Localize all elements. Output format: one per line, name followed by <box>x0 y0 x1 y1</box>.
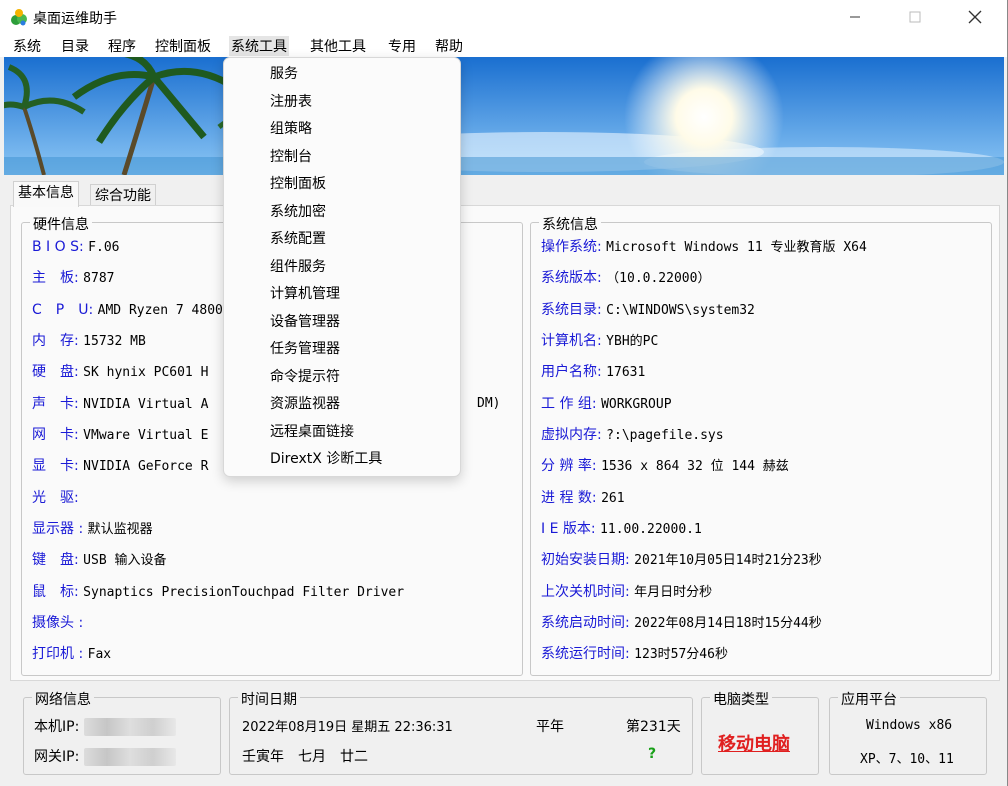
hardware-row: 网 卡: VMware Virtual E <box>32 427 209 443</box>
gateway-ip-redacted <box>83 748 176 766</box>
dd-item-group-policy[interactable]: 组策略 <box>270 117 312 141</box>
platform-line-1: Windows x86 <box>866 718 953 733</box>
dd-item-component-services[interactable]: 组件服务 <box>270 255 326 279</box>
minimize-icon <box>850 16 860 17</box>
hardware-row: C P U: AMD Ryzen 7 4800 <box>32 302 223 318</box>
gateway-ip-row: 网关IP: <box>34 746 176 766</box>
network-info-group: 网络信息 本机IP: 网关IP: <box>23 689 221 775</box>
system-row: 工 作 组: WORKGROUP <box>541 396 672 412</box>
title-bar: 桌面运维助手 <box>0 0 1008 33</box>
lunar-date: 壬寅年 七月 廿二 <box>242 749 368 765</box>
system-row: 系统启动时间: 2022年08月14日18时15分44秒 <box>541 615 822 631</box>
dd-item-resource-monitor[interactable]: 资源监视器 <box>270 392 340 416</box>
hardware-row: B I O S: F.06 <box>32 239 120 255</box>
system-row: I E 版本: 11.00.22000.1 <box>541 521 702 537</box>
hardware-row: 鼠 标: Synaptics PrecisionTouchpad Filter … <box>32 584 405 600</box>
system-row: 进 程 数: 261 <box>541 490 625 506</box>
hardware-row: 内 存: 15732 MB <box>32 333 146 349</box>
tab-strip: 基本信息 综合功能 <box>4 175 1004 207</box>
dd-item-directx-diag[interactable]: DirextX 诊断工具 <box>270 447 382 471</box>
menu-other-tools[interactable]: 其他工具 <box>308 36 368 56</box>
platform-group: 应用平台 Windows x86 XP、7、10、11 <box>829 689 987 775</box>
menu-program[interactable]: 程序 <box>106 36 138 56</box>
sound-card-tail: DM) <box>477 396 501 411</box>
computer-type-group: 电脑类型 移动电脑 <box>701 689 819 775</box>
platform-title: 应用平台 <box>838 689 900 709</box>
system-info-group: 系统信息 操作系统: Microsoft Windows 11 专业教育版 X6… <box>530 214 992 676</box>
mobile-computer-link[interactable]: 移动电脑 <box>718 730 790 756</box>
local-ip-label: 本机IP: <box>34 719 80 735</box>
system-row: 用户名称: 17631 <box>541 364 646 380</box>
banner-image <box>4 57 1004 175</box>
system-row: 系统目录: C:\WINDOWS\system32 <box>541 302 755 318</box>
system-row: 操作系统: Microsoft Windows 11 专业教育版 X64 <box>541 239 867 255</box>
system-row: 虚拟内存: ?:\pagefile.sys <box>541 427 724 443</box>
datetime-title: 时间日期 <box>238 689 300 709</box>
menu-control-panel[interactable]: 控制面板 <box>153 36 213 56</box>
system-info-title: 系统信息 <box>539 214 601 234</box>
minimize-button[interactable] <box>832 0 878 33</box>
menu-directory[interactable]: 目录 <box>59 36 91 56</box>
local-ip-redacted <box>83 718 176 736</box>
system-row: 分 辨 率: 1536 x 864 32 位 144 赫兹 <box>541 458 789 474</box>
dd-item-command-prompt[interactable]: 命令提示符 <box>270 365 340 389</box>
tab-basic-info[interactable]: 基本信息 <box>13 181 79 207</box>
dd-item-services[interactable]: 服务 <box>270 62 298 86</box>
maximize-button[interactable] <box>892 0 938 33</box>
platform-line-2: XP、7、10、11 <box>860 752 954 767</box>
dd-item-device-manager[interactable]: 设备管理器 <box>270 310 340 334</box>
dd-item-task-manager[interactable]: 任务管理器 <box>270 337 340 361</box>
tab-general-functions[interactable]: 综合功能 <box>90 184 156 207</box>
dd-item-computer-management[interactable]: 计算机管理 <box>270 282 340 306</box>
menu-help[interactable]: 帮助 <box>433 36 465 56</box>
menu-system-tools[interactable]: 系统工具 <box>229 36 289 56</box>
hardware-row: 光 驱: <box>32 490 79 506</box>
zodiac-indicator: ? <box>648 746 657 762</box>
hardware-row: 打印机 : Fax <box>32 646 112 662</box>
network-info-title: 网络信息 <box>32 689 94 709</box>
system-tools-dropdown: 服务 注册表 组策略 控制台 控制面板 系统加密 系统配置 组件服务 计算机管理… <box>223 57 461 477</box>
dd-item-registry[interactable]: 注册表 <box>270 90 312 114</box>
menu-system[interactable]: 系统 <box>11 36 43 56</box>
year-type: 平年 <box>536 719 564 735</box>
dd-item-system-encryption[interactable]: 系统加密 <box>270 200 326 224</box>
hardware-info-title: 硬件信息 <box>30 214 92 234</box>
day-of-year: 第231天 <box>626 719 681 735</box>
current-datetime: 2022年08月19日 星期五 22:36:31 <box>242 720 453 735</box>
app-logo-icon <box>11 9 27 26</box>
system-row: 系统运行时间: 123时57分46秒 <box>541 646 728 662</box>
dd-item-remote-desktop[interactable]: 远程桌面链接 <box>270 420 354 444</box>
hardware-row: 摄像头 : <box>32 615 84 631</box>
computer-type-title: 电脑类型 <box>710 689 772 709</box>
dd-item-console[interactable]: 控制台 <box>270 145 312 169</box>
beach-banner-graphic <box>4 57 1004 175</box>
tab-content-panel: 硬件信息 B I O S: F.06 主 板: 8787 C P U: AMD … <box>10 205 1000 681</box>
hardware-row: 声 卡: NVIDIA Virtual A <box>32 396 209 412</box>
menu-special[interactable]: 专用 <box>386 36 418 56</box>
hardware-row: 硬 盘: SK hynix PC601 H <box>32 364 209 380</box>
hardware-row: 主 板: 8787 <box>32 270 115 286</box>
datetime-group: 时间日期 2022年08月19日 星期五 22:36:31 平年 第231天 壬… <box>229 689 693 775</box>
maximize-icon <box>909 11 921 22</box>
system-row: 初始安装日期: 2021年10月05日14时21分23秒 <box>541 552 822 568</box>
hardware-row: 显 卡: NVIDIA GeForce R <box>32 458 209 474</box>
gateway-ip-label: 网关IP: <box>34 749 80 765</box>
hardware-row: 显示器 : 默认监视器 <box>32 521 153 537</box>
dd-item-system-config[interactable]: 系统配置 <box>270 227 326 251</box>
hardware-row: 键 盘: USB 输入设备 <box>32 552 167 568</box>
close-button[interactable] <box>952 0 998 33</box>
window-title: 桌面运维助手 <box>33 11 117 27</box>
system-row: 系统版本: （10.0.22000） <box>541 270 711 286</box>
menu-bar: 系统 目录 程序 控制面板 系统工具 其他工具 专用 帮助 <box>0 33 1008 57</box>
dd-item-control-panel[interactable]: 控制面板 <box>270 172 326 196</box>
close-icon <box>968 10 982 23</box>
system-row: 上次关机时间: 年月日时分秒 <box>541 584 713 600</box>
local-ip-row: 本机IP: <box>34 716 176 736</box>
system-row: 计算机名: YBH的PC <box>541 333 659 349</box>
